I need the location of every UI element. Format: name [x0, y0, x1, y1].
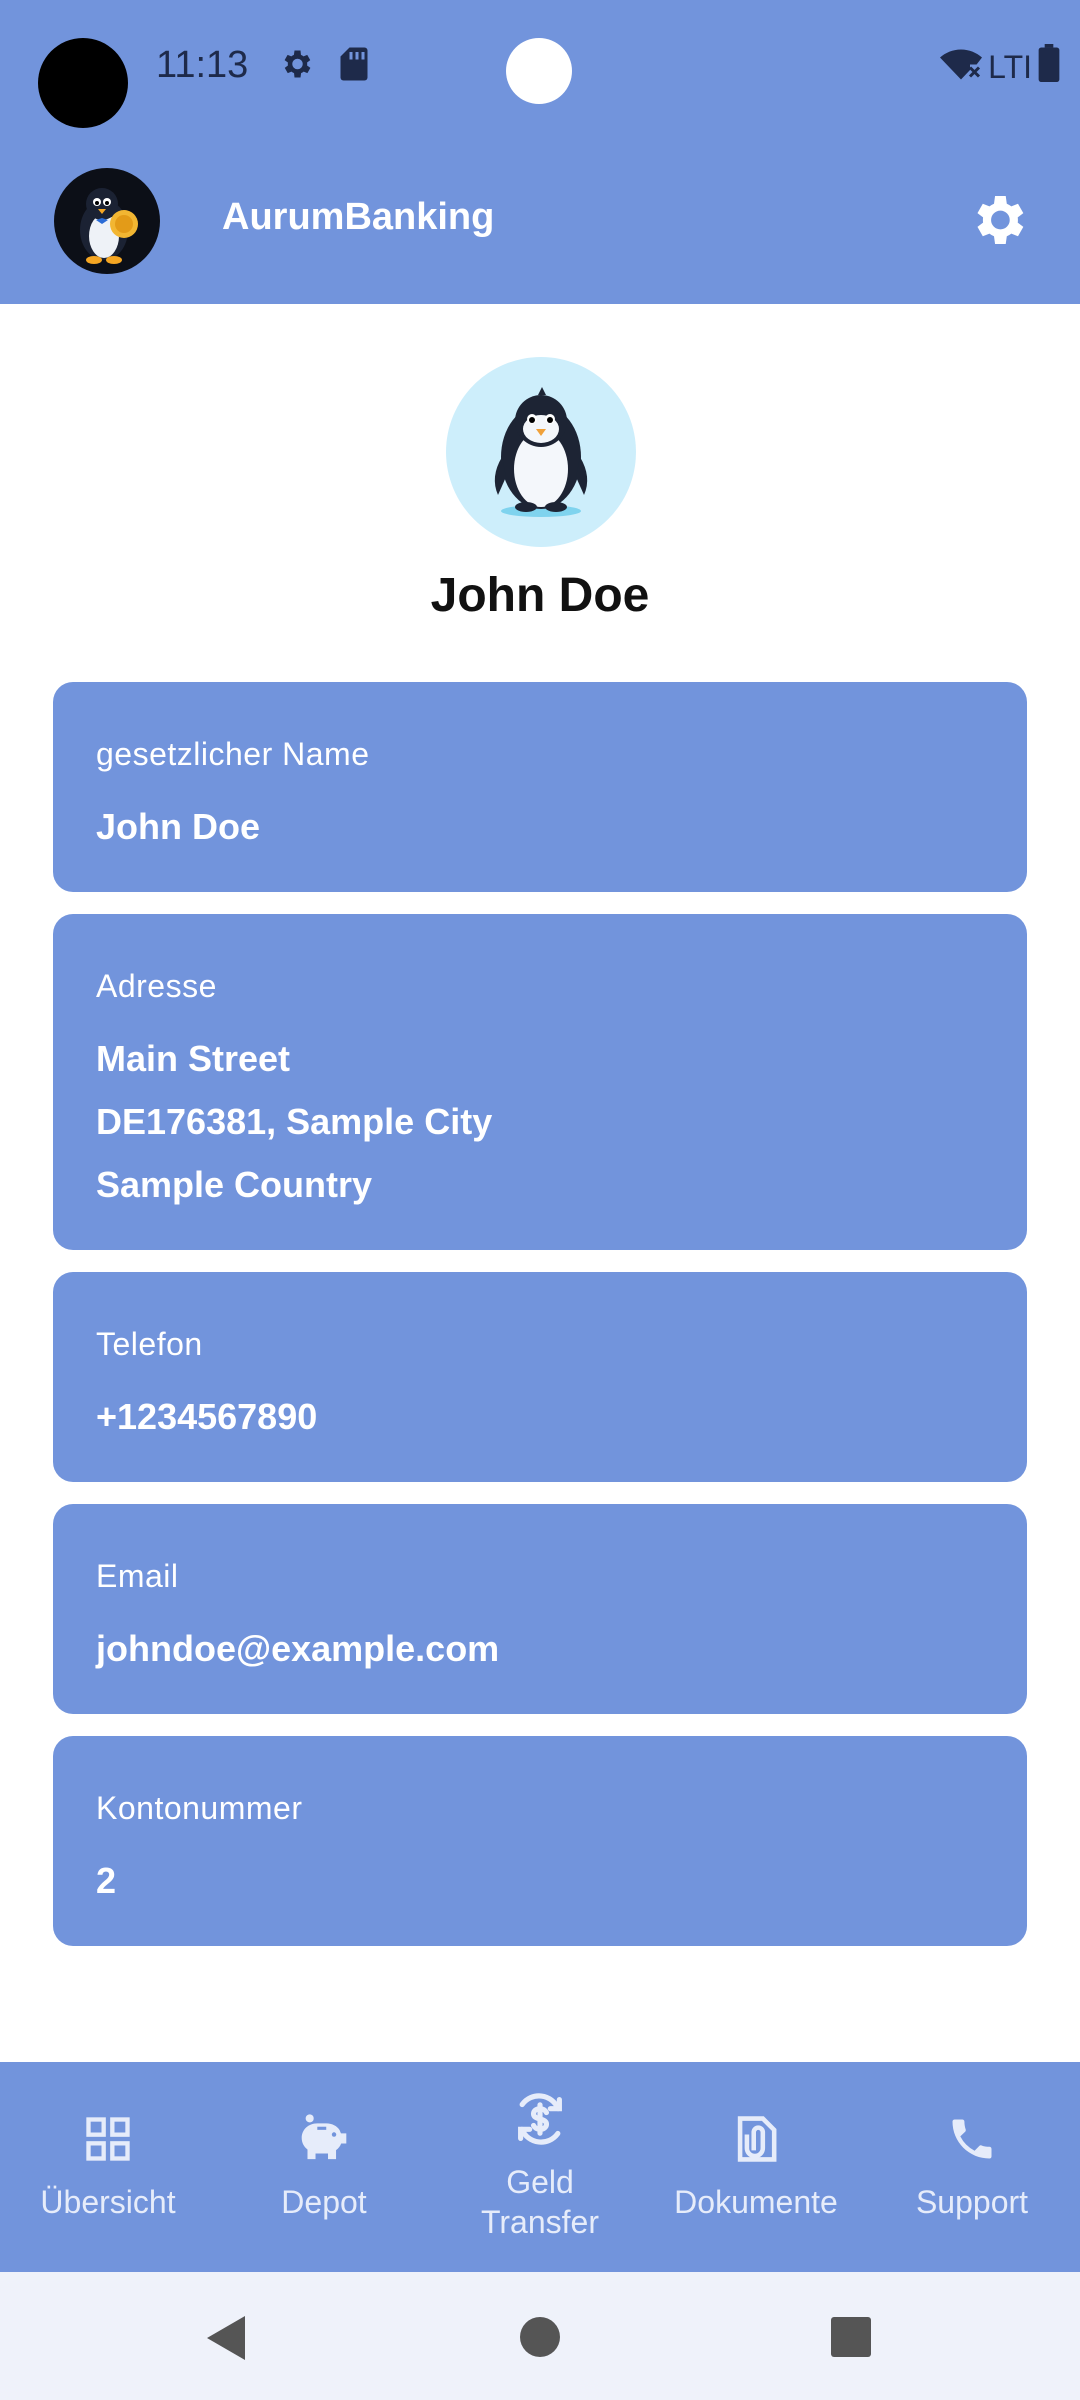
- card-phone: Telefon +1234567890: [53, 1272, 1027, 1482]
- nav-item-documents[interactable]: Dokumente: [648, 2062, 864, 2272]
- profile-avatar: [446, 357, 636, 547]
- card-value: 2: [96, 1860, 117, 1901]
- settings-notification-icon: [278, 46, 314, 87]
- sd-card-icon: [338, 46, 370, 87]
- nav-label: Geld Transfer: [481, 2164, 599, 2240]
- app-bar: AurumBanking: [0, 140, 1080, 304]
- nav-label: Support: [915, 2184, 1029, 2220]
- back-icon[interactable]: [205, 2314, 247, 2367]
- piggy-bank-icon: [301, 2114, 347, 2160]
- card-account-number: Kontonummer 2: [53, 1736, 1027, 1946]
- nav-item-depot[interactable]: Depot: [216, 2062, 432, 2272]
- status-bar: 11:13 LTI: [0, 0, 1080, 140]
- nav-item-money-transfer[interactable]: Geld Transfer: [432, 2062, 648, 2272]
- home-icon[interactable]: [519, 2316, 561, 2363]
- wifi-off-icon: [940, 46, 983, 88]
- card-label: Kontonummer: [96, 1790, 303, 1826]
- app-title: AurumBanking: [222, 196, 495, 238]
- system-navigation-bar: [0, 2272, 1080, 2400]
- nav-item-support[interactable]: Support: [864, 2062, 1080, 2272]
- nav-item-overview[interactable]: Übersicht: [0, 2062, 216, 2272]
- settings-button[interactable]: [966, 188, 1030, 252]
- phone-icon: [952, 2119, 992, 2159]
- recents-icon[interactable]: [830, 2316, 872, 2363]
- attachment-icon: [737, 2116, 777, 2162]
- battery-icon: [1038, 44, 1060, 90]
- card-value-line-2: DE176381, Sample City: [96, 1101, 493, 1142]
- nav-label: Übersicht: [40, 2184, 176, 2220]
- card-value-line-1: Main Street: [96, 1038, 291, 1079]
- front-camera-cutout: [38, 38, 128, 128]
- grid-icon: [86, 2117, 130, 2161]
- status-time: 11:13: [156, 44, 249, 86]
- card-value: johndoe@example.com: [96, 1628, 500, 1669]
- card-label: Telefon: [96, 1326, 203, 1362]
- nav-label: Dokumente: [674, 2184, 838, 2220]
- card-label: Email: [96, 1558, 179, 1594]
- bottom-navigation: Übersicht Depot Geld Transfer Dokumente …: [0, 2062, 1080, 2272]
- nav-label: Depot: [281, 2184, 367, 2220]
- status-right-group: LTI: [940, 44, 1060, 90]
- card-address: Adresse Main Street DE176381, Sample Cit…: [53, 914, 1027, 1250]
- network-label: LTI: [988, 48, 1032, 85]
- card-label: gesetzlicher Name: [96, 736, 370, 772]
- profile-name: John Doe: [430, 569, 650, 622]
- center-camera-dot: [506, 38, 572, 104]
- card-value: John Doe: [96, 806, 261, 847]
- card-label: Adresse: [96, 968, 217, 1004]
- app-logo-penguin-icon[interactable]: [54, 168, 160, 274]
- gear-icon: [977, 196, 1024, 244]
- card-email: Email johndoe@example.com: [53, 1504, 1027, 1714]
- card-value: +1234567890: [96, 1396, 318, 1437]
- card-legal-name: gesetzlicher Name John Doe: [53, 682, 1027, 892]
- money-transfer-icon: [518, 2093, 562, 2145]
- card-value-line-3: Sample Country: [96, 1164, 373, 1205]
